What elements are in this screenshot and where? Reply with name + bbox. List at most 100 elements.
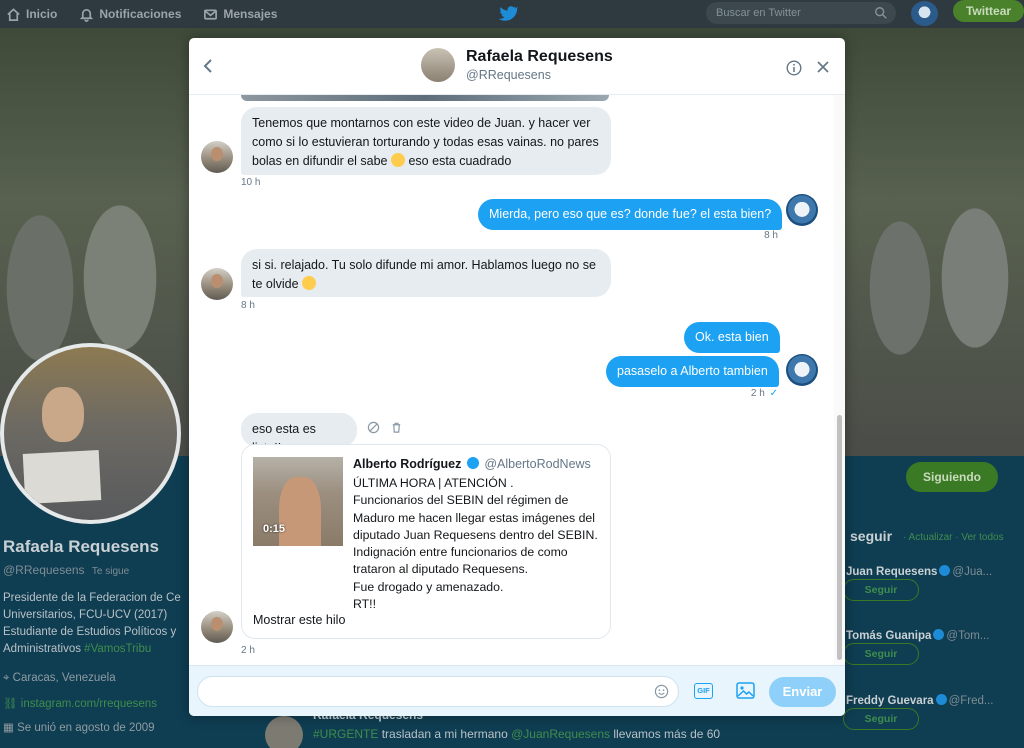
feed-hashtag[interactable]: #URGENTE xyxy=(313,727,378,741)
message-timestamp-line: 2 h ✓ xyxy=(734,388,778,399)
info-icon[interactable] xyxy=(786,60,802,76)
sender-avatar[interactable] xyxy=(201,141,233,173)
suggestion-handle: @Fred... xyxy=(948,695,994,707)
following-button[interactable]: Siguiendo xyxy=(906,462,998,492)
feed-avatar xyxy=(265,716,303,748)
message-input[interactable] xyxy=(197,676,679,707)
outgoing-message[interactable]: pasaselo a Alberto tambien xyxy=(606,356,779,387)
nav-messages-label: Mensajes xyxy=(223,7,278,21)
verified-icon xyxy=(466,457,479,469)
contact-avatar[interactable] xyxy=(421,48,455,82)
feed-text-fragment: llevamos más de 60 xyxy=(613,727,721,741)
message-timestamp: 8 h xyxy=(241,300,255,311)
nav-messages[interactable]: Mensajes xyxy=(203,7,277,22)
twitter-bird-icon[interactable] xyxy=(498,3,518,23)
report-icon[interactable] xyxy=(367,421,380,434)
suggestion-item[interactable]: Tomás Guanipa @Tom... Seguir xyxy=(838,629,1024,689)
message-timestamp: 2 h xyxy=(241,645,255,656)
search-icon[interactable] xyxy=(874,6,888,20)
bio-line: Estudiante de Estudios Políticos y xyxy=(3,626,177,638)
kiss-emoji-icon xyxy=(302,276,317,290)
profile-photo[interactable] xyxy=(0,343,181,524)
sent-check-icon: ✓ xyxy=(769,388,778,399)
follow-button[interactable]: Seguir xyxy=(843,708,919,730)
verified-icon xyxy=(933,629,945,640)
incoming-message[interactable]: eso esta es listo!! xyxy=(241,413,357,455)
close-icon[interactable] xyxy=(816,60,830,74)
feed-tweet-text: #URGENTE trasladan a mi hermano @JuanReq… xyxy=(313,727,720,741)
suggestion-name: Tomás Guanipa xyxy=(846,630,932,642)
image-icon[interactable] xyxy=(736,682,755,699)
sender-avatar[interactable] xyxy=(201,268,233,300)
suggestion-handle: @Jua... xyxy=(952,566,993,578)
suggestion-item[interactable]: Freddy Guevara @Fred... Seguir xyxy=(838,694,1024,748)
message-timestamp: 10 h xyxy=(241,177,261,188)
profile-handle: @RRequesens xyxy=(3,563,85,577)
message-text: Mierda, pero eso que es? donde fue? el e… xyxy=(489,207,772,221)
message-text-fragment: eso esta cuadrado xyxy=(408,154,512,168)
follow-button[interactable]: Seguir xyxy=(843,643,919,665)
incoming-message[interactable]: Tenemos que montarnos con este video de … xyxy=(241,107,611,175)
profile-website-text[interactable]: instagram.com/rrequesens xyxy=(21,698,157,710)
follows-you-badge: Te sigue xyxy=(91,566,130,577)
suggestion-handle: @Tom... xyxy=(946,630,990,642)
verified-icon xyxy=(935,694,947,705)
video-duration: 0:15 xyxy=(263,523,286,535)
tweet-author-handle: @AlbertoRodNews xyxy=(484,457,591,471)
tweet-author-line[interactable]: Alberto Rodríguez @AlbertoRodNews xyxy=(353,457,591,471)
own-avatar[interactable] xyxy=(786,354,818,386)
back-button[interactable] xyxy=(200,56,216,76)
profile-name: Rafaela Requesens xyxy=(3,537,159,556)
who-to-follow-title: seguir xyxy=(850,528,893,544)
bio-text-fragment: Administrativos xyxy=(3,643,81,655)
nav-notifications[interactable]: Notificaciones xyxy=(79,7,181,22)
dm-header: Rafaela Requesens @RRequesens xyxy=(189,38,845,95)
previous-media-attachment[interactable] xyxy=(241,95,609,101)
search-input[interactable]: Buscar en Twitter xyxy=(706,2,896,24)
profile-photo-face xyxy=(42,387,84,442)
mail-icon xyxy=(204,8,218,20)
direct-message-dialog: Rafaela Requesens @RRequesens Tenemos qu… xyxy=(189,38,845,716)
own-avatar[interactable] xyxy=(786,194,818,226)
crying-laughing-emoji-icon xyxy=(391,153,405,167)
suggestion-name-line: Tomás Guanipa @Tom... xyxy=(846,629,989,642)
suggestion-item[interactable]: Juan Requesens @Jua... Seguir xyxy=(838,565,1024,625)
scrollbar[interactable] xyxy=(834,95,845,665)
outgoing-message[interactable]: Ok. esta bien xyxy=(684,322,780,353)
tweet-text: ÚLTIMA HORA | ATENCIÓN . Funcionarios de… xyxy=(353,476,598,612)
bio-hashtag[interactable]: #VamosTribu xyxy=(84,643,151,655)
emoji-icon[interactable] xyxy=(654,684,669,699)
suggestion-name-line: Juan Requesens @Jua... xyxy=(846,565,992,578)
tweet-author-name: Alberto Rodríguez xyxy=(353,457,462,471)
incoming-message[interactable]: si si. relajado. Tu solo difunde mi amor… xyxy=(241,249,611,297)
show-thread-link[interactable]: Mostrar este hilo xyxy=(253,613,345,627)
gif-button[interactable]: GIF xyxy=(694,683,713,699)
profile-location-text: Caracas, Venezuela xyxy=(12,672,116,684)
tweet-button[interactable]: Twittear xyxy=(953,0,1024,22)
feed-mention[interactable]: @JuanRequesens xyxy=(511,727,610,741)
profile-website-link[interactable]: ⛓ instagram.com/rrequesens xyxy=(3,696,157,710)
contact-name[interactable]: Rafaela Requesens xyxy=(466,48,613,66)
shared-tweet-card[interactable]: 0:15 Alberto Rodríguez @AlbertoRodNews Ú… xyxy=(241,444,611,639)
bio-line: Administrativos #VamosTribu xyxy=(3,641,193,658)
search-placeholder: Buscar en Twitter xyxy=(716,7,801,19)
trash-icon[interactable] xyxy=(390,421,403,434)
account-avatar[interactable] xyxy=(911,1,938,26)
nav-home[interactable]: Inicio xyxy=(6,7,57,22)
outgoing-message[interactable]: Mierda, pero eso que es? donde fue? el e… xyxy=(478,199,783,230)
suggestion-name: Freddy Guevara xyxy=(846,695,934,707)
message-thread[interactable]: Tenemos que montarnos con este video de … xyxy=(189,95,834,665)
feed-text-fragment: trasladan a mi hermano xyxy=(381,727,508,741)
profile-joined-date: ▦ Se unió en agosto de 2009 xyxy=(3,722,155,734)
main-nav: Inicio Notificaciones Mensajes xyxy=(0,0,299,28)
tweet-video-thumbnail[interactable]: 0:15 xyxy=(253,457,343,546)
send-button[interactable]: Enviar xyxy=(769,677,836,707)
nav-home-label: Inicio xyxy=(26,7,58,21)
message-timestamp: 8 h xyxy=(764,230,778,241)
bio-line: Presidente de la Federacion de Ce xyxy=(3,592,181,604)
top-navigation-bar: Inicio Notificaciones Mensajes Buscar en… xyxy=(0,0,1024,28)
sender-avatar[interactable] xyxy=(201,611,233,643)
scrollbar-thumb[interactable] xyxy=(837,415,842,660)
follow-button[interactable]: Seguir xyxy=(843,579,919,601)
who-to-follow-actions[interactable]: · Actualizar · Ver todos xyxy=(903,532,1004,543)
